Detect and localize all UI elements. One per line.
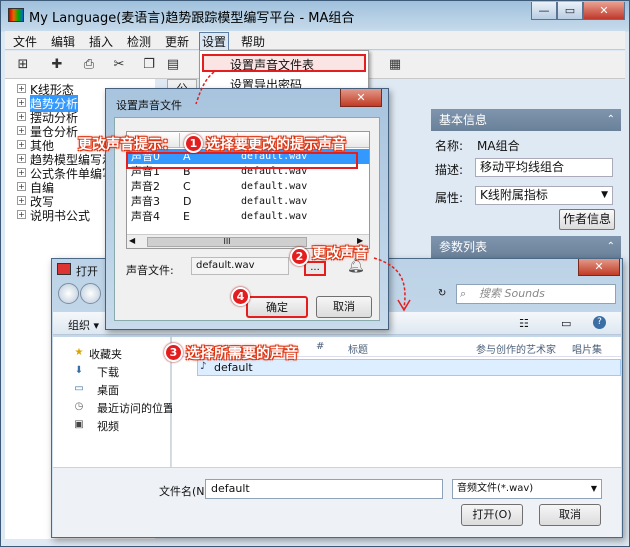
annotation-arrows [195, 71, 411, 312]
arrow-dropdown-to-dialog [195, 71, 215, 105]
arrow-browse-to-open [373, 257, 406, 309]
